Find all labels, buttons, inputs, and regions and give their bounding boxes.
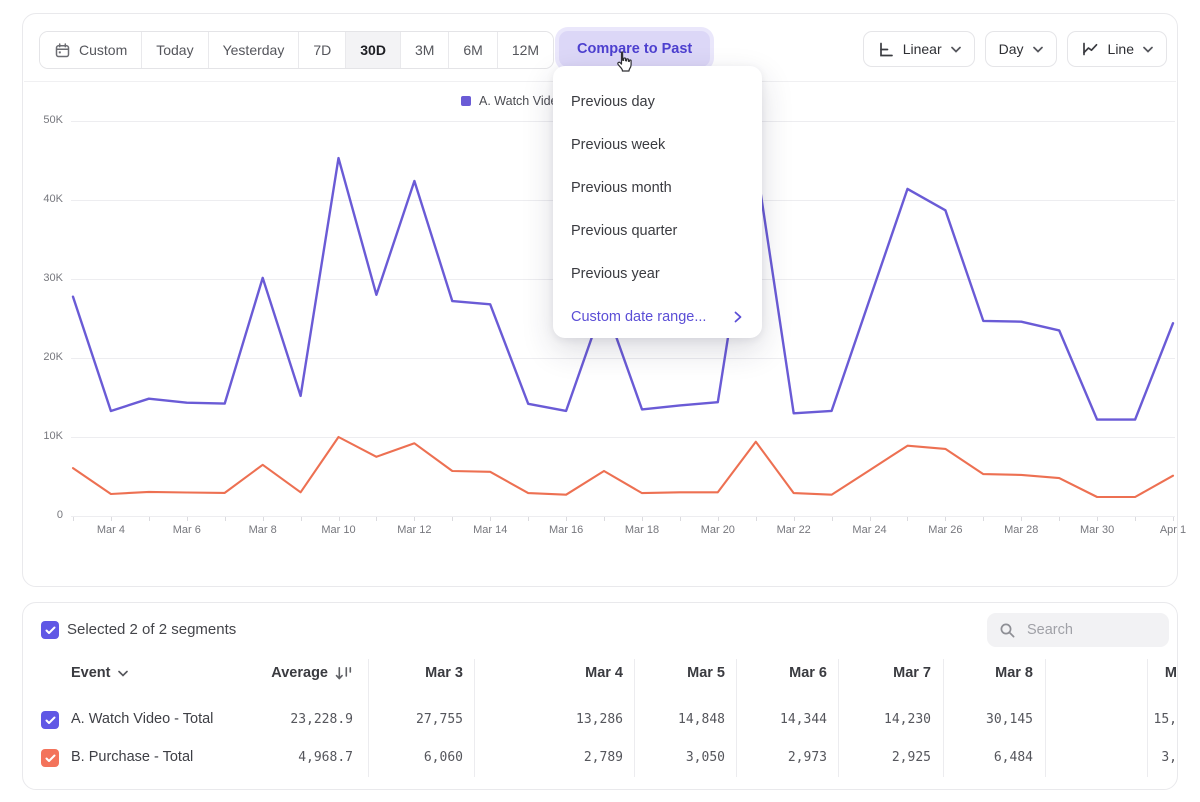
menu-item-previous-quarter[interactable]: Previous quarter bbox=[553, 209, 762, 252]
column-header-m[interactable]: M bbox=[1165, 665, 1177, 681]
column-header-mar-8[interactable]: Mar 8 bbox=[995, 665, 1033, 681]
cell-value: 30,145 bbox=[986, 712, 1033, 727]
menu-item-custom-date-range[interactable]: Custom date range... bbox=[553, 295, 762, 338]
menu-item-previous-year[interactable]: Previous year bbox=[553, 252, 762, 295]
table-row-b-purchase-total: B. Purchase - Total 4,968.7 6,060 2,789 3,05… bbox=[23, 739, 1177, 777]
search-box bbox=[987, 613, 1169, 647]
legend-swatch-watch-video bbox=[461, 96, 471, 106]
cell-value: 13,286 bbox=[576, 712, 623, 727]
cell-value: 2,973 bbox=[788, 750, 827, 765]
column-header-mar-4[interactable]: Mar 4 bbox=[585, 665, 623, 681]
check-icon bbox=[45, 626, 56, 635]
cell-value: 4,968.7 bbox=[298, 750, 353, 765]
compare-menu: Previous dayPrevious weekPrevious monthP… bbox=[553, 66, 762, 338]
column-header-label: Mar 5 bbox=[687, 665, 725, 681]
cell-value: 6,484 bbox=[994, 750, 1033, 765]
event-header-label: Event bbox=[71, 665, 111, 681]
table-row-a-watch-video-total: A. Watch Video - Total 23,228.9 27,755 13,2… bbox=[23, 701, 1177, 739]
cell-value: 3,050 bbox=[686, 750, 725, 765]
check-icon bbox=[45, 754, 56, 763]
cell-value: 15, bbox=[1154, 712, 1177, 727]
selected-segments-label: Selected 2 of 2 segments bbox=[67, 621, 236, 638]
search-input[interactable] bbox=[1025, 621, 1149, 639]
search-icon bbox=[999, 622, 1016, 639]
select-all-checkbox[interactable] bbox=[41, 621, 59, 639]
mouse-pointer-icon bbox=[612, 50, 636, 76]
row-checkbox-b-purchase-total[interactable] bbox=[41, 749, 59, 767]
row-name: A. Watch Video - Total bbox=[71, 711, 213, 727]
column-header-label: Mar 6 bbox=[789, 665, 827, 681]
cell-value: 23,228.9 bbox=[290, 712, 353, 727]
column-header-mar-5[interactable]: Mar 5 bbox=[687, 665, 725, 681]
custom-date-range-label: Custom date range... bbox=[571, 309, 706, 325]
cell-value: 14,344 bbox=[780, 712, 827, 727]
column-header-label: Mar 4 bbox=[585, 665, 623, 681]
series-line-b-purchase bbox=[73, 437, 1173, 497]
menu-item-previous-month[interactable]: Previous month bbox=[553, 166, 762, 209]
cell-value: 2,789 bbox=[584, 750, 623, 765]
menu-item-previous-week[interactable]: Previous week bbox=[553, 123, 762, 166]
sort-descending-icon bbox=[335, 666, 353, 681]
event-column-header[interactable]: Event bbox=[71, 665, 128, 681]
column-header-label: M bbox=[1165, 665, 1177, 681]
cell-value: 27,755 bbox=[416, 712, 463, 727]
row-checkbox-a-watch-video-total[interactable] bbox=[41, 711, 59, 729]
cell-value: 2,925 bbox=[892, 750, 931, 765]
column-header-label: Mar 8 bbox=[995, 665, 1033, 681]
chevron-down-icon bbox=[118, 670, 128, 677]
compare-menu-items: Previous dayPrevious weekPrevious monthP… bbox=[553, 80, 762, 295]
column-header-mar-7[interactable]: Mar 7 bbox=[893, 665, 931, 681]
check-icon bbox=[45, 716, 56, 725]
column-header-mar-6[interactable]: Mar 6 bbox=[789, 665, 827, 681]
column-header-mar-3[interactable]: Mar 3 bbox=[425, 665, 463, 681]
chevron-right-icon bbox=[734, 311, 742, 323]
cell-value: 14,848 bbox=[678, 712, 725, 727]
column-header-label: Average bbox=[271, 665, 328, 681]
cell-value: 3, bbox=[1161, 750, 1177, 765]
row-name: B. Purchase - Total bbox=[71, 749, 193, 765]
legend-label-watch-video[interactable]: A. Watch Video bbox=[479, 94, 564, 108]
chart-legend: A. Watch Video bbox=[461, 94, 564, 108]
column-header-average[interactable]: Average bbox=[271, 665, 353, 681]
column-header-label: Mar 7 bbox=[893, 665, 931, 681]
column-header-label: Mar 3 bbox=[425, 665, 463, 681]
segments-table-card: Selected 2 of 2 segments Event Average Ma… bbox=[22, 602, 1178, 790]
cell-value: 6,060 bbox=[424, 750, 463, 765]
menu-item-previous-day[interactable]: Previous day bbox=[553, 80, 762, 123]
cell-value: 14,230 bbox=[884, 712, 931, 727]
